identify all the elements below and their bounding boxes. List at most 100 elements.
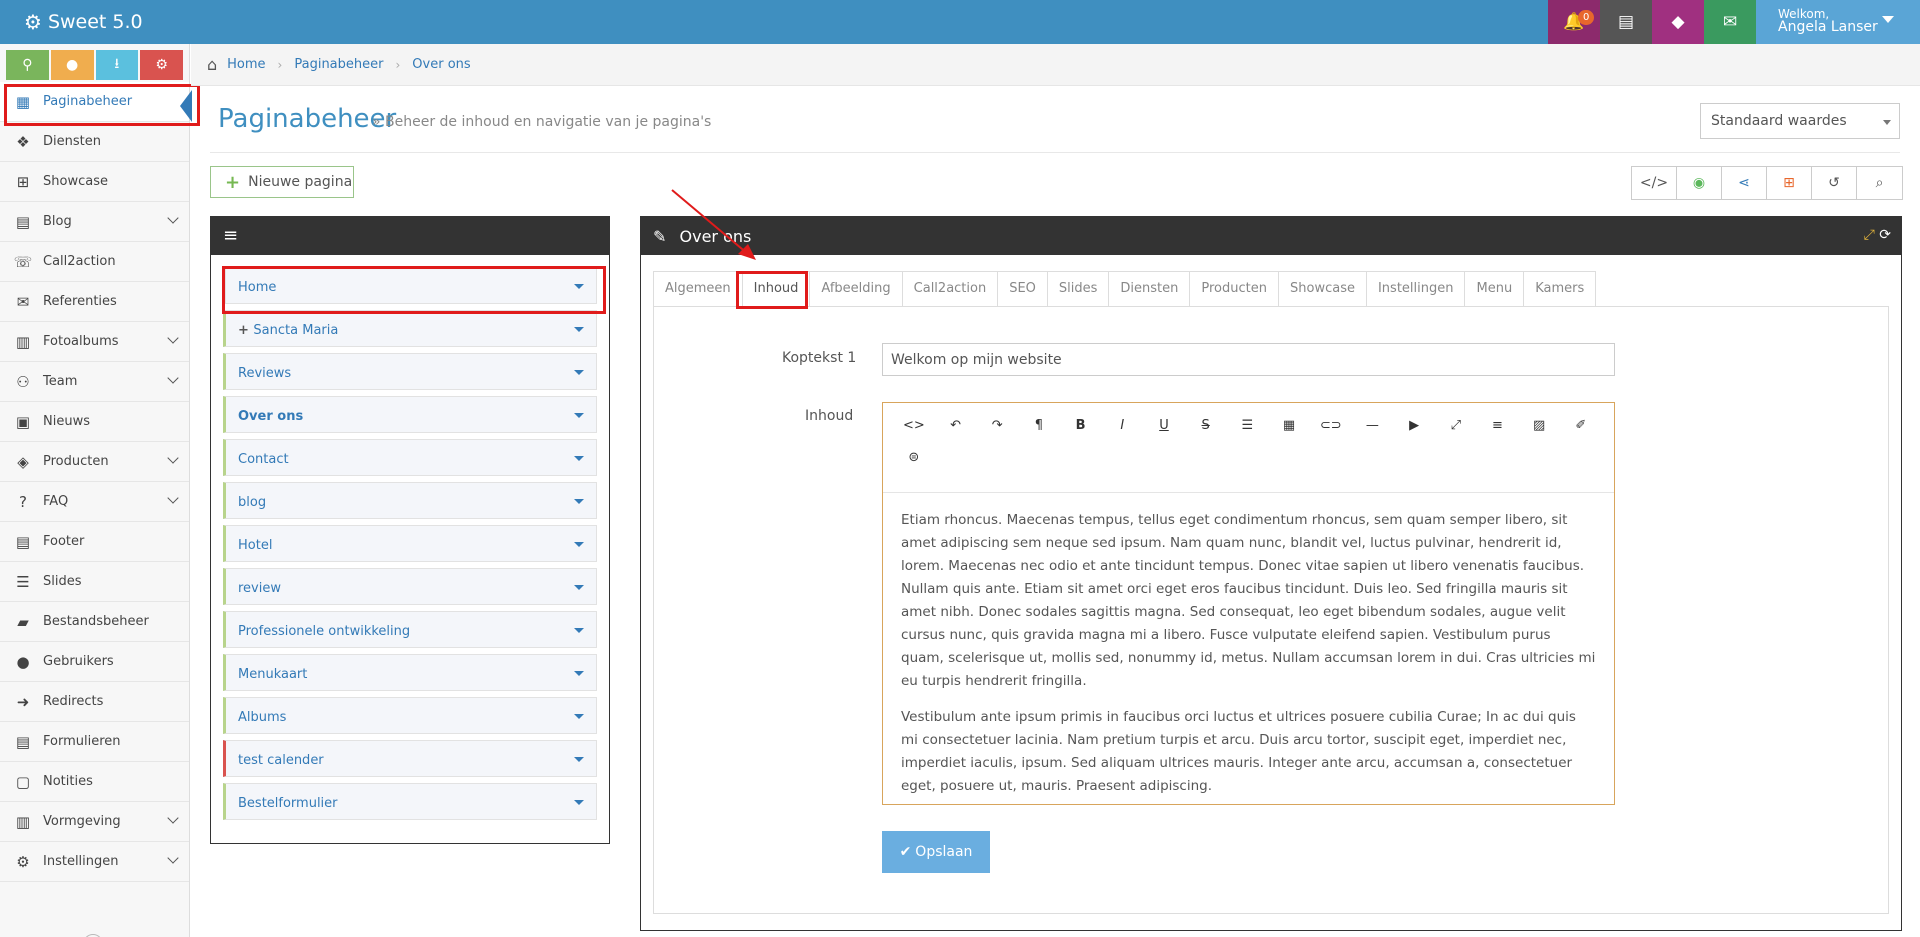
page-item[interactable]: test calender bbox=[223, 740, 597, 777]
tab-slides[interactable]: Slides bbox=[1046, 271, 1110, 307]
tab-instellingen[interactable]: Instellingen bbox=[1365, 271, 1466, 307]
server-button[interactable]: ▤ bbox=[1600, 0, 1652, 44]
tab-seo[interactable]: SEO bbox=[997, 271, 1048, 307]
horizontal-rule-icon[interactable]: — bbox=[1352, 409, 1394, 441]
sidebar-item-instellingen[interactable]: ⚙ Instellingen bbox=[0, 842, 189, 882]
strikethrough-icon[interactable]: S bbox=[1185, 409, 1227, 441]
expand-icon[interactable]: ⤢ bbox=[1864, 227, 1875, 243]
redo-icon[interactable]: ↷ bbox=[976, 409, 1018, 441]
align-icon[interactable]: ≡ bbox=[1477, 409, 1519, 441]
sidebar-item-faq[interactable]: ? FAQ bbox=[0, 482, 189, 522]
quick-settings-button[interactable]: ⚙ bbox=[140, 50, 183, 80]
page-item[interactable]: review bbox=[223, 568, 597, 605]
rich-text-editor[interactable]: <> ↶ ↷ ¶ B I U S ☰ ▦ ⊂⊃ — ▶ ⤢ ≡ ▨ ✐ ⊜ Et… bbox=[882, 402, 1615, 805]
code-button[interactable]: </> bbox=[1632, 167, 1677, 199]
tab-producten[interactable]: Producten bbox=[1189, 271, 1279, 307]
tab-diensten[interactable]: Diensten bbox=[1108, 271, 1191, 307]
tab-menu[interactable]: Menu bbox=[1464, 271, 1525, 307]
search-button[interactable]: ⌕ bbox=[1857, 167, 1902, 199]
sidebar-item-formulieren[interactable]: ▤ Formulieren bbox=[0, 722, 189, 762]
table-icon[interactable]: ▦ bbox=[1268, 409, 1310, 441]
brand[interactable]: ⚙ Sweet 5.0 bbox=[24, 0, 143, 44]
sidebar-item-blog[interactable]: ▤ Blog bbox=[0, 202, 189, 242]
page-item[interactable]: Bestelformulier bbox=[223, 783, 597, 820]
sidebar-item-fotoalbums[interactable]: ▥ Fotoalbums bbox=[0, 322, 189, 362]
caret-down-icon[interactable] bbox=[574, 671, 584, 676]
history-button[interactable]: ↺ bbox=[1812, 167, 1857, 199]
caret-down-icon[interactable] bbox=[574, 413, 584, 418]
quick-user-button[interactable]: ● bbox=[50, 50, 94, 80]
code-view-icon[interactable]: <> bbox=[893, 409, 935, 441]
clear-format-icon[interactable]: ✐ bbox=[1560, 409, 1602, 441]
sidebar-item-bestandsbeheer[interactable]: ▰ Bestandsbeheer bbox=[0, 602, 189, 642]
page-item[interactable]: Hotel bbox=[223, 525, 597, 562]
caret-down-icon[interactable] bbox=[574, 370, 584, 375]
caret-down-icon[interactable] bbox=[574, 628, 584, 633]
page-item[interactable]: blog bbox=[223, 482, 597, 519]
caret-down-icon[interactable] bbox=[574, 542, 584, 547]
koptekst-input[interactable]: Welkom op mijn website bbox=[882, 343, 1615, 376]
page-item[interactable]: Reviews bbox=[223, 353, 597, 390]
plus-icon[interactable]: + bbox=[238, 323, 253, 338]
quick-map-button[interactable]: ⚲ bbox=[6, 50, 49, 80]
page-item[interactable]: Contact bbox=[223, 439, 597, 476]
page-item[interactable]: + Sancta Maria bbox=[223, 310, 597, 347]
tab-call2action[interactable]: Call2action bbox=[901, 271, 999, 307]
caret-down-icon[interactable] bbox=[574, 585, 584, 590]
sidebar-item-vormgeving[interactable]: ▥ Vormgeving bbox=[0, 802, 189, 842]
home-icon[interactable]: ⌂ bbox=[207, 55, 217, 74]
video-icon[interactable]: ▶ bbox=[1393, 409, 1435, 441]
caret-down-icon[interactable] bbox=[574, 714, 584, 719]
tab-kamers[interactable]: Kamers bbox=[1523, 271, 1597, 307]
sidebar-item-diensten[interactable]: ❖ Diensten bbox=[0, 122, 189, 162]
italic-icon[interactable]: I bbox=[1101, 409, 1143, 441]
hamburger-icon[interactable]: ≡ bbox=[223, 225, 238, 246]
refresh-icon[interactable]: ⟳ bbox=[1879, 227, 1891, 243]
sidebar-item-showcase[interactable]: ⊞ Showcase bbox=[0, 162, 189, 202]
quick-download-button[interactable]: ⭳ bbox=[95, 50, 139, 80]
sidebar-item-producten[interactable]: ◈ Producten bbox=[0, 442, 189, 482]
preview-button[interactable]: ◉ bbox=[1677, 167, 1722, 199]
messages-button[interactable]: ✉ bbox=[1704, 0, 1756, 44]
special-char-icon[interactable]: ⊜ bbox=[893, 441, 935, 473]
page-item[interactable]: Over ons bbox=[223, 396, 597, 433]
image-icon[interactable]: ▨ bbox=[1518, 409, 1560, 441]
new-page-button[interactable]: + Nieuwe pagina bbox=[210, 166, 354, 198]
sidebar-item-redirects[interactable]: ➜ Redirects bbox=[0, 682, 189, 722]
sidebar-item-team[interactable]: ⚇ Team bbox=[0, 362, 189, 402]
caret-down-icon[interactable] bbox=[574, 800, 584, 805]
tab-showcase[interactable]: Showcase bbox=[1278, 271, 1367, 307]
page-item[interactable]: Menukaart bbox=[223, 654, 597, 691]
user-menu[interactable]: Welkom, Angela Lanser bbox=[1756, 0, 1920, 44]
caret-down-icon[interactable] bbox=[574, 499, 584, 504]
caret-down-icon[interactable] bbox=[574, 757, 584, 762]
sidebar-item-gebruikers[interactable]: ● Gebruikers bbox=[0, 642, 189, 682]
breadcrumb-over-ons[interactable]: Over ons bbox=[412, 57, 470, 72]
editor-content[interactable]: Etiam rhoncus. Maecenas tempus, tellus e… bbox=[883, 493, 1614, 827]
link-icon[interactable]: ⊂⊃ bbox=[1310, 409, 1352, 441]
diamond-button[interactable]: ◆ bbox=[1652, 0, 1704, 44]
page-item[interactable]: Professionele ontwikkeling bbox=[223, 611, 597, 648]
undo-icon[interactable]: ↶ bbox=[935, 409, 977, 441]
caret-down-icon[interactable] bbox=[574, 327, 584, 332]
page-item[interactable]: Albums bbox=[223, 697, 597, 734]
share-button[interactable]: ⋖ bbox=[1722, 167, 1767, 199]
sidebar-item-slides[interactable]: ☰ Slides bbox=[0, 562, 189, 602]
underline-icon[interactable]: U bbox=[1143, 409, 1185, 441]
list-ul-icon[interactable]: ☰ bbox=[1227, 409, 1269, 441]
save-button[interactable]: ✔ Opslaan bbox=[882, 831, 990, 873]
breadcrumb-paginabeheer[interactable]: Paginabeheer bbox=[294, 57, 383, 72]
notifications-button[interactable]: 🔔 0 bbox=[1548, 0, 1600, 44]
defaults-select[interactable]: Standaard waardes bbox=[1700, 103, 1900, 139]
bold-icon[interactable]: B bbox=[1060, 409, 1102, 441]
sitemap-button[interactable]: ⊞ bbox=[1767, 167, 1812, 199]
sidebar-item-referenties[interactable]: ✉ Referenties bbox=[0, 282, 189, 322]
breadcrumb-home[interactable]: Home bbox=[227, 57, 265, 72]
sidebar-item-nieuws[interactable]: ▣ Nieuws bbox=[0, 402, 189, 442]
sidebar-item-footer[interactable]: ▤ Footer bbox=[0, 522, 189, 562]
fullscreen-icon[interactable]: ⤢ bbox=[1435, 409, 1477, 441]
paragraph-icon[interactable]: ¶ bbox=[1018, 409, 1060, 441]
tab-afbeelding[interactable]: Afbeelding bbox=[809, 271, 903, 307]
sidebar-item-call2action[interactable]: ☏ Call2action bbox=[0, 242, 189, 282]
sidebar-item-notities[interactable]: ▢ Notities bbox=[0, 762, 189, 802]
